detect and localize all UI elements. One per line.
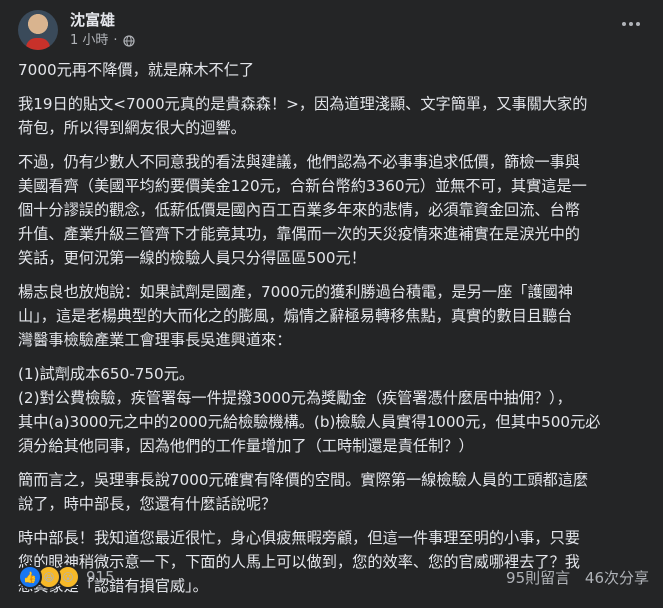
post-footer: 👍 😆 😮 915 95則留言 46次分享 [18,562,649,592]
avatar[interactable] [18,10,58,50]
post-text-line: 簡而言之，吳理事長說7000元確實有降價的空間。實際第一線檢驗人員的工頭都這麼 [18,471,589,489]
post-text-line: 笑話，更何況第一線的檢驗人員只分得區區500元！ [18,249,366,267]
facebook-post: 沈富雄 1 小時 · 7000元再不降價，就是麻木不仁了我19日的貼文<7000… [0,0,663,596]
post-time[interactable]: 1 小時 [70,32,108,50]
shares-count-link[interactable]: 46次分享 [585,569,649,587]
author-name[interactable]: 沈富雄 [70,10,135,30]
post-paragraph: 不過，仍有少數人不同意我的看法與建議，他們認為不必事事追求低價，篩檢一事與 美國看… [18,150,649,270]
reactions-summary[interactable]: 👍 😆 😮 915 [18,565,115,589]
engagement-stats: 95則留言 46次分享 [496,567,649,588]
post-text-line: 7000元再不降價，就是麻木不仁了 [18,61,255,79]
post-text-line: 須分給其他同事，因為他們的工作量增加了（工時制還是責任制？） [18,437,474,455]
post-paragraph: 7000元再不降價，就是麻木不仁了 [18,58,649,82]
globe-icon [122,35,135,47]
post-text-line: 個十分謬誤的觀念，低薪低價是國內百工百業多年來的悲情，必須靠資金回流、台幣 [18,201,580,219]
like-icon: 👍 [18,565,42,589]
post-paragraph: 簡而言之，吳理事長說7000元確實有降價的空間。實際第一線檢驗人員的工頭都這麼說… [18,468,649,516]
post-text-line: 灣醫事檢驗產業工會理事長吳進興道來： [18,331,292,349]
post-meta: 1 小時 · [70,32,135,50]
comments-count-link[interactable]: 95則留言 [506,569,570,587]
more-options-icon[interactable] [617,14,645,34]
post-paragraph: (1)試劑成本650-750元。 (2)對公費檢驗，疾管署每一件提撥3000元為獎… [18,362,649,458]
post-text-line: (1)試劑成本650-750元。 [18,365,195,383]
post-text-line: 時中部長！我知道您最近很忙，身心俱疲無暇旁顧，但這一件事理至明的小事，只要 [18,529,580,547]
post-header: 沈富雄 1 小時 · [18,8,135,52]
post-paragraph: 我19日的貼文<7000元真的是貴森森！>，因為道理淺顯、文字簡單，又事關大家的… [18,92,649,140]
post-text-line: 楊志良也放炮說：如果試劑是國產，7000元的獲利勝過台積電，是另一座「護國神 [18,283,574,301]
post-text-line: 說了，時中部長，您還有什麼話說呢？ [18,495,277,513]
post-text-line: 荷包，所以得到網友很大的迴響。 [18,119,246,137]
reaction-count[interactable]: 915 [86,568,115,586]
post-text-line: 升值、產業升級三管齊下才能竟其功，靠偶而一次的天災疫情來進補實在是淚光中的 [18,225,580,243]
post-text-line: 美國看齊（美國平均約要價美金120元，合新台幣約3360元）並無不可，其實這是一 [18,177,587,195]
avatar-shirt [26,38,50,50]
post-text-line: 山」，這是老楊典型的大而化之的膨風，煽情之辭極易轉移焦點，真實的數目且聽台 [18,307,573,325]
meta-separator: · [113,33,118,48]
author-block: 沈富雄 1 小時 · [70,10,135,50]
post-body: 7000元再不降價，就是麻木不仁了我19日的貼文<7000元真的是貴森森！>，因… [18,58,649,608]
post-text-line: 我19日的貼文<7000元真的是貴森森！>，因為道理淺顯、文字簡單，又事關大家的 [18,95,588,113]
post-paragraph: 楊志良也放炮說：如果試劑是國產，7000元的獲利勝過台積電，是另一座「護國神 山」… [18,280,649,352]
post-text-line: (2)對公費檢驗，疾管署每一件提撥3000元為獎勵金（疾管署憑什麼居中抽佣？）， [18,389,572,407]
post-text-line: 不過，仍有少數人不同意我的看法與建議，他們認為不必事事追求低價，篩檢一事與 [18,153,580,171]
post-text-line: 其中(a)3000元之中的2000元給檢驗機構。(b)檢驗人員實得1000元，但… [18,413,601,431]
